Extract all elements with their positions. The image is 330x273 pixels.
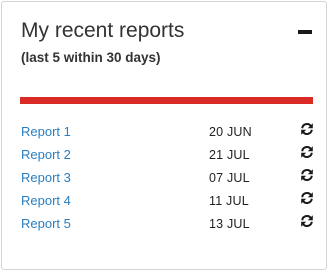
accent-divider	[20, 97, 313, 104]
report-date: 20 JUN	[209, 125, 252, 139]
report-date: 11 JUL	[209, 194, 249, 208]
refresh-icon[interactable]	[300, 191, 314, 205]
report-list: Report 1 20 JUN Report 2 21 JUL Report 3…	[21, 122, 316, 239]
recent-reports-panel: My recent reports (last 5 within 30 days…	[1, 1, 327, 270]
report-link-4[interactable]: Report 4	[21, 193, 71, 209]
report-link-2[interactable]: Report 2	[21, 147, 71, 163]
list-item: Report 3 07 JUL	[21, 168, 316, 193]
collapse-minus-icon[interactable]	[298, 30, 312, 34]
refresh-icon[interactable]	[300, 168, 314, 182]
list-item: Report 2 21 JUL	[21, 145, 316, 170]
refresh-icon[interactable]	[300, 214, 314, 228]
report-link-3[interactable]: Report 3	[21, 170, 71, 186]
report-link-1[interactable]: Report 1	[21, 124, 71, 140]
refresh-icon[interactable]	[300, 122, 314, 136]
panel-subtitle: (last 5 within 30 days)	[21, 50, 161, 65]
list-item: Report 1 20 JUN	[21, 122, 316, 147]
refresh-icon[interactable]	[300, 145, 314, 159]
report-link-5[interactable]: Report 5	[21, 216, 71, 232]
list-item: Report 5 13 JUL	[21, 214, 316, 239]
list-item: Report 4 11 JUL	[21, 191, 316, 216]
panel-title: My recent reports	[21, 19, 185, 42]
report-date: 13 JUL	[209, 217, 250, 231]
report-date: 07 JUL	[209, 171, 250, 185]
report-date: 21 JUL	[209, 148, 250, 162]
